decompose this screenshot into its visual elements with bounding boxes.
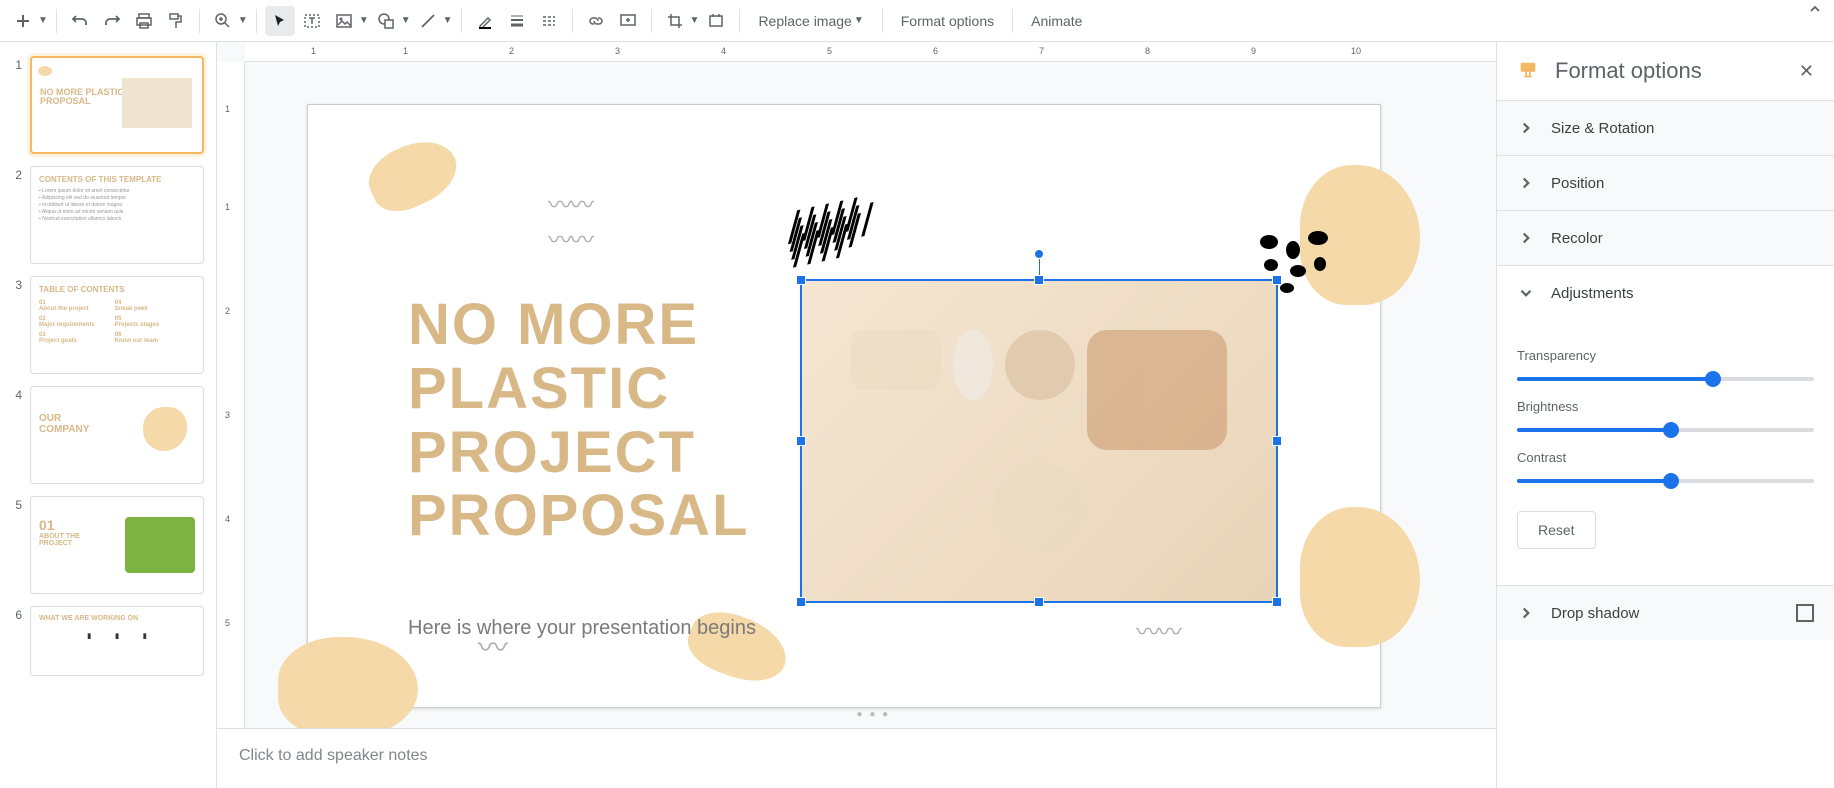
border-weight-button[interactable] — [502, 6, 532, 36]
decoration-dots: ╱╱╱╱╱╱╱╱╱╱╱╱╱╱╱╱╱╱╱╱ — [786, 206, 879, 256]
format-options-icon — [1517, 60, 1539, 82]
thumb-number: 3 — [8, 276, 22, 374]
chevron-right-icon — [1517, 604, 1535, 622]
decoration-blob — [681, 602, 795, 693]
chevron-right-icon — [1517, 174, 1535, 192]
print-button[interactable] — [129, 6, 159, 36]
adjustments-section: Transparency Brightness Contrast Reset — [1497, 320, 1834, 573]
redo-button[interactable] — [97, 6, 127, 36]
reset-button[interactable]: Reset — [1517, 511, 1596, 549]
chevron-right-icon — [1517, 229, 1535, 247]
resize-handle[interactable] — [1272, 436, 1282, 446]
decoration-blob — [278, 637, 418, 737]
brightness-label: Brightness — [1517, 399, 1814, 414]
resize-handle[interactable] — [1034, 597, 1044, 607]
decoration-wave: 〰〰〰〰 — [548, 185, 592, 255]
main-toolbar: ▼ ▼ ▼ ▼ ▼ ▼ Replace image▼ Format option… — [0, 0, 1834, 42]
thumb-number: 5 — [8, 496, 22, 594]
decoration-blob — [360, 129, 467, 221]
size-rotation-section[interactable]: Size & Rotation — [1497, 100, 1834, 155]
replace-image-button[interactable]: Replace image▼ — [748, 6, 873, 36]
thumb-number: 6 — [8, 606, 22, 676]
animate-button[interactable]: Animate — [1021, 6, 1092, 36]
rotation-handle[interactable] — [1034, 249, 1044, 259]
crop-button[interactable] — [660, 6, 690, 36]
shape-button[interactable] — [371, 6, 401, 36]
format-options-panel: Format options ✕ Size & Rotation Positio… — [1496, 42, 1834, 788]
line-dropdown[interactable]: ▼ — [443, 15, 453, 26]
image-dropdown[interactable]: ▼ — [359, 15, 369, 26]
brightness-slider[interactable] — [1517, 428, 1814, 432]
chevron-right-icon — [1517, 119, 1535, 137]
resize-handle[interactable] — [796, 597, 806, 607]
slide-thumbnail-5[interactable]: 01 ABOUT THEPROJECT — [30, 496, 204, 594]
line-button[interactable] — [413, 6, 443, 36]
hide-toolbar-button[interactable] — [1808, 2, 1822, 21]
speaker-notes[interactable]: Click to add speaker notes — [217, 728, 1496, 788]
notes-drag-handle[interactable]: ● ● ● — [857, 709, 891, 720]
position-section[interactable]: Position — [1497, 155, 1834, 210]
resize-handle[interactable] — [1272, 275, 1282, 285]
reset-image-button[interactable] — [701, 6, 731, 36]
link-button[interactable] — [581, 6, 611, 36]
slide-thumbnail-2[interactable]: CONTENTS OF THIS TEMPLATE ▪ Lorem ipsum … — [30, 166, 204, 264]
thumb-number: 2 — [8, 166, 22, 264]
resize-handle[interactable] — [1272, 597, 1282, 607]
transparency-slider[interactable] — [1517, 377, 1814, 381]
close-panel-button[interactable]: ✕ — [1799, 61, 1814, 82]
zoom-button[interactable] — [208, 6, 238, 36]
slide-thumbnails-panel: 1 NO MORE PLASTIC PROJECT PROPOSAL 2 CON… — [0, 42, 217, 788]
select-tool-button[interactable] — [265, 6, 295, 36]
border-color-button[interactable] — [470, 6, 500, 36]
border-dash-button[interactable] — [534, 6, 564, 36]
thumb-number: 4 — [8, 386, 22, 484]
horizontal-ruler: 112345678910 — [245, 42, 1496, 62]
selected-image[interactable] — [800, 279, 1278, 603]
slide-canvas[interactable]: 112345678910 112345 〰〰〰〰 〰〰〰〰 〰 ╱╱╱╱╱╱╱╱… — [217, 42, 1496, 788]
crop-dropdown[interactable]: ▼ — [690, 15, 700, 26]
resize-handle[interactable] — [1034, 275, 1044, 285]
panel-title: Format options — [1555, 58, 1783, 84]
slide-thumbnail-6[interactable]: WHAT WE ARE WORKING ON ▮▮▮ — [30, 606, 204, 676]
slide-thumbnail-3[interactable]: TABLE OF CONTENTS 01About the project02M… — [30, 276, 204, 374]
resize-handle[interactable] — [796, 436, 806, 446]
new-slide-button[interactable] — [8, 6, 38, 36]
resize-handle[interactable] — [796, 275, 806, 285]
undo-button[interactable] — [65, 6, 95, 36]
drop-shadow-checkbox[interactable] — [1796, 604, 1814, 622]
new-slide-dropdown[interactable]: ▼ — [38, 15, 48, 26]
slide-thumbnail-1[interactable]: NO MORE PLASTIC PROJECT PROPOSAL — [30, 56, 204, 154]
recolor-section[interactable]: Recolor — [1497, 210, 1834, 265]
chevron-down-icon — [1517, 284, 1535, 302]
decoration-blob — [1300, 507, 1420, 647]
shape-dropdown[interactable]: ▼ — [401, 15, 411, 26]
slide-editor[interactable]: 〰〰〰〰 〰〰〰〰 〰 ╱╱╱╱╱╱╱╱╱╱╱╱╱╱╱╱╱╱╱╱ NO MORE… — [307, 104, 1381, 708]
vertical-ruler: 112345 — [217, 62, 245, 788]
drop-shadow-section[interactable]: Drop shadow — [1497, 585, 1834, 640]
paint-format-button[interactable] — [161, 6, 191, 36]
zoom-dropdown[interactable]: ▼ — [238, 15, 248, 26]
contrast-label: Contrast — [1517, 450, 1814, 465]
adjustments-section-header[interactable]: Adjustments — [1497, 265, 1834, 320]
transparency-label: Transparency — [1517, 348, 1814, 363]
thumb-number: 1 — [8, 56, 22, 154]
image-button[interactable] — [329, 6, 359, 36]
slide-subtitle[interactable]: Here is where your presentation begins — [408, 617, 756, 640]
slide-title[interactable]: NO MORE PLASTIC PROJECT PROPOSAL — [408, 293, 750, 548]
format-options-button[interactable]: Format options — [891, 6, 1004, 36]
textbox-button[interactable] — [297, 6, 327, 36]
contrast-slider[interactable] — [1517, 479, 1814, 483]
comment-button[interactable] — [613, 6, 643, 36]
slide-thumbnail-4[interactable]: OURCOMPANY — [30, 386, 204, 484]
